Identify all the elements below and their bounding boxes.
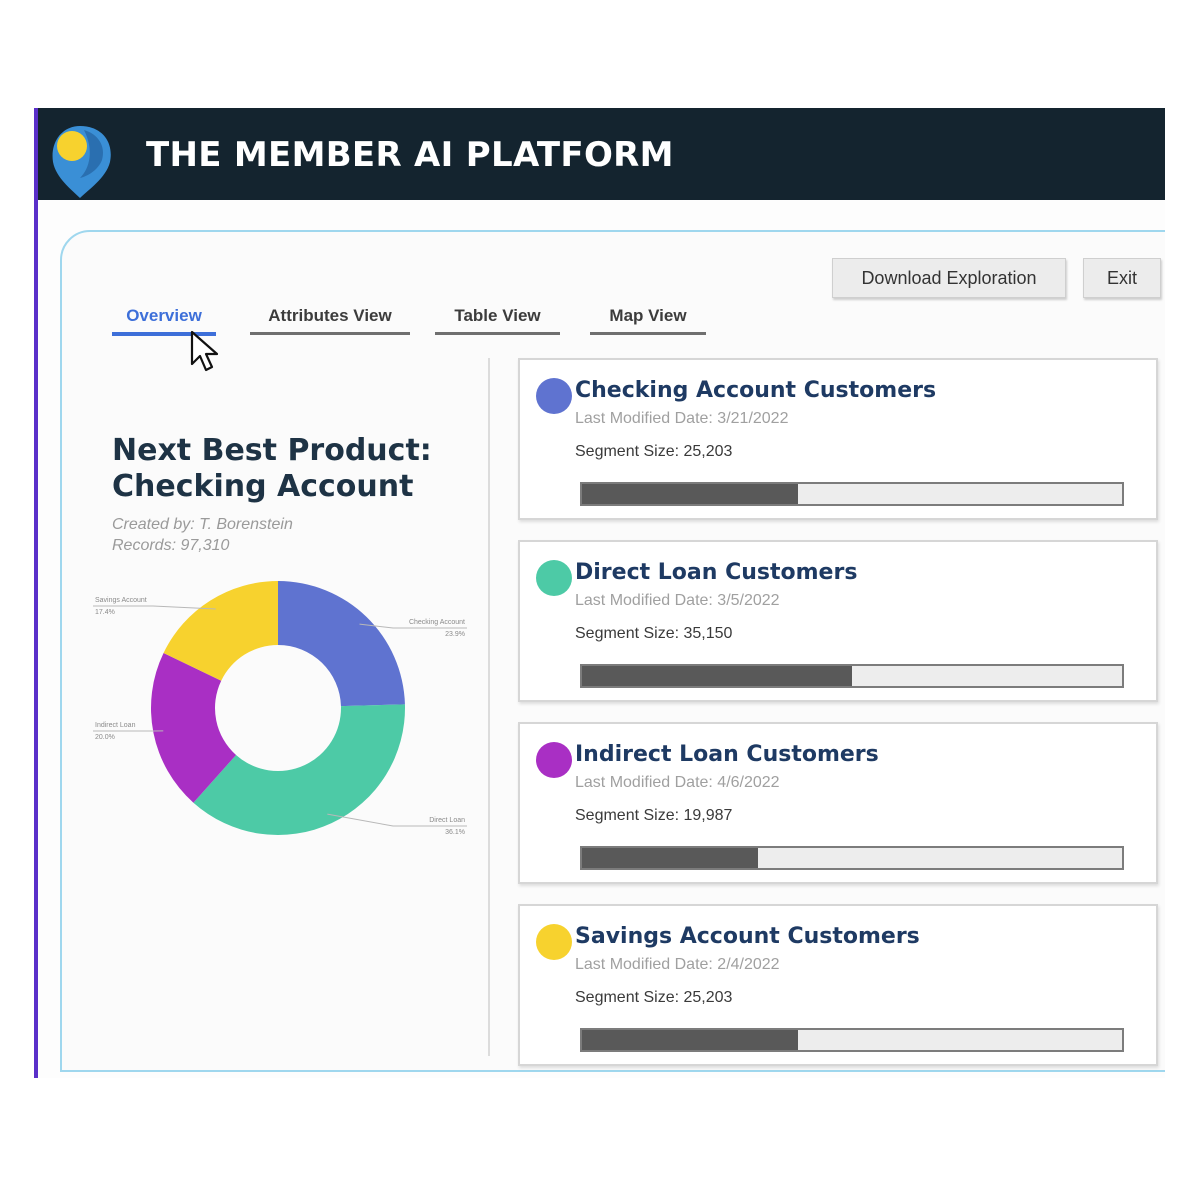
segment-modified-date: Last Modified Date: 2/4/2022 xyxy=(575,956,780,973)
donut-chart: Checking Account 23.9% Direct Loan 36.1% Ind… xyxy=(93,581,467,836)
segment-card[interactable]: Indirect Loan Customers Last Modified Dat… xyxy=(518,722,1158,884)
segment-size: Segment Size: 35,150 xyxy=(575,625,733,642)
slice-label: Direct Loan xyxy=(429,817,465,824)
segment-progress-bar xyxy=(580,846,1124,870)
slice-value-label: 17.4% xyxy=(95,609,115,616)
app-window: THE MEMBER AI PLATFORM Download Explorat… xyxy=(34,108,1165,1078)
app-header: THE MEMBER AI PLATFORM xyxy=(38,108,1165,200)
segment-color-dot xyxy=(536,924,572,960)
donut-slice xyxy=(278,581,405,707)
tab-attributes-view[interactable]: Attributes View xyxy=(250,306,410,335)
slice-label: Checking Account xyxy=(409,619,465,626)
segment-color-dot xyxy=(536,378,572,414)
segment-modified-date: Last Modified Date: 4/6/2022 xyxy=(575,774,780,791)
location-pin-logo xyxy=(52,126,111,198)
segment-color-dot xyxy=(536,742,572,778)
segment-progress-fill xyxy=(582,484,798,504)
segment-title[interactable]: Savings Account Customers xyxy=(575,924,920,949)
download-exploration-button[interactable]: Download Exploration xyxy=(832,258,1066,298)
segment-modified-date: Last Modified Date: 3/21/2022 xyxy=(575,410,789,427)
segment-title[interactable]: Checking Account Customers xyxy=(575,378,936,403)
arrow-cursor-icon xyxy=(190,330,219,372)
segment-card[interactable]: Checking Account Customers Last Modified … xyxy=(518,358,1158,520)
slice-value-label: 20.0% xyxy=(95,734,115,741)
segment-card[interactable]: Direct Loan Customers Last Modified Date:… xyxy=(518,540,1158,702)
exit-button[interactable]: Exit xyxy=(1083,258,1161,298)
segment-title[interactable]: Direct Loan Customers xyxy=(575,560,857,585)
donut-slice xyxy=(193,704,405,835)
slice-value-label: 36.1% xyxy=(445,829,465,836)
app-title: THE MEMBER AI PLATFORM xyxy=(146,135,674,175)
segment-color-dot xyxy=(536,560,572,596)
overview-title-line2: Checking Account xyxy=(112,469,414,504)
overview-title-line1: Next Best Product: xyxy=(112,433,432,468)
slice-label: Indirect Loan xyxy=(95,722,136,729)
segment-size: Segment Size: 19,987 xyxy=(575,807,733,824)
segment-progress-fill xyxy=(582,666,852,686)
created-by-label: Created by: T. Borenstein xyxy=(112,516,293,533)
segment-card[interactable]: Savings Account Customers Last Modified D… xyxy=(518,904,1158,1066)
panel-divider xyxy=(488,358,490,1056)
tab-table-view[interactable]: Table View xyxy=(435,306,560,335)
slice-label: Savings Account xyxy=(95,597,147,604)
segment-modified-date: Last Modified Date: 3/5/2022 xyxy=(575,592,780,609)
segment-progress-fill xyxy=(582,848,758,868)
segment-size: Segment Size: 25,203 xyxy=(575,989,733,1006)
overview-title: Next Best Product: Checking Account xyxy=(112,433,432,505)
slice-value-label: 23.9% xyxy=(445,631,465,638)
segment-progress-bar xyxy=(580,482,1124,506)
segment-progress-bar xyxy=(580,664,1124,688)
segment-title[interactable]: Indirect Loan Customers xyxy=(575,742,879,767)
segment-progress-bar xyxy=(580,1028,1124,1052)
records-count: Records: 97,310 xyxy=(112,537,230,554)
segment-progress-fill xyxy=(582,1030,798,1050)
segment-size: Segment Size: 25,203 xyxy=(575,443,733,460)
tab-map-view[interactable]: Map View xyxy=(590,306,706,335)
